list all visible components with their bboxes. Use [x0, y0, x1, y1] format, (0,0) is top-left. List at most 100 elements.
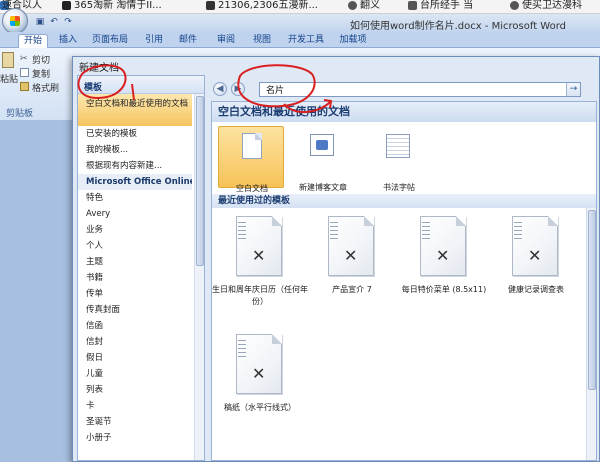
gallery-scrollbar[interactable] [586, 208, 596, 460]
tile-new-blog-post[interactable]: 新建博客文章 [290, 126, 356, 192]
format-painter-button[interactable]: 格式刷 [32, 81, 59, 94]
blog-post-icon [310, 134, 334, 156]
search-input[interactable] [260, 83, 560, 96]
tile-calligraphy[interactable]: 书法字帖 [366, 126, 432, 192]
templates-pane: 模板 空白文档和最近使用的文档 已安装的模板 我的模板... 根据现有内容新建... M… [77, 75, 205, 461]
word-titlebar: ▣ ↶ ↷ 如何使用word制作名片.docx - Microsoft Word [0, 8, 600, 34]
bookmark-4[interactable]: 台所经手 当 [420, 0, 473, 12]
bookmark-1[interactable]: 365淘新 淘情于II... [74, 0, 162, 12]
tab-mailings[interactable]: 邮件 [174, 34, 202, 48]
category-item[interactable]: 传真封面 [78, 302, 192, 318]
templates-header: 模板 [78, 76, 204, 94]
back-button[interactable]: ◀ [213, 82, 227, 96]
category-item[interactable]: 儿童 [78, 366, 192, 382]
forward-button[interactable]: ▶ [231, 82, 245, 96]
cut-icon[interactable]: ✂ [20, 54, 29, 64]
category-item[interactable]: 信函 [78, 318, 192, 334]
templates-header-label: 模板 [84, 83, 103, 93]
calligraphy-icon [386, 134, 410, 158]
office-button[interactable] [2, 8, 28, 34]
format-painter-icon[interactable] [20, 82, 29, 91]
scroll-thumb[interactable] [196, 96, 204, 266]
clipboard-group: 粘贴 ✂ 剪切 复制 格式刷 剪贴板 [0, 48, 70, 120]
category-item[interactable]: Avery [78, 206, 192, 222]
section-title-recent-templates: 最近使用过的模板 [212, 194, 596, 208]
scroll-thumb[interactable] [588, 210, 596, 390]
new-document-dialog: 新建文档 模板 空白文档和最近使用的文档 已安装的模板 我的模板... 根据现有内容新… [72, 56, 600, 462]
paste-icon[interactable] [2, 52, 14, 68]
bookmark-3[interactable]: 翻义 [360, 0, 380, 12]
tab-references[interactable]: 引用 [140, 34, 168, 48]
bookmark-icon [206, 1, 215, 10]
templates-scrollbar[interactable] [194, 94, 204, 460]
category-item[interactable]: 书籍 [78, 270, 192, 286]
tab-page-layout[interactable]: 页面布局 [88, 34, 132, 48]
search-box: → [259, 82, 581, 97]
paste-button[interactable]: 粘贴 [0, 72, 18, 85]
template-health-record[interactable]: ✕ 健康记录调查表 [488, 216, 584, 334]
bookmark-5[interactable]: 使买卫达漫科 [522, 0, 582, 12]
template-label: 产品宣介 7 [332, 285, 372, 294]
category-item[interactable]: 信封 [78, 334, 192, 350]
tab-addins[interactable]: 加载项 [336, 34, 370, 48]
template-icon: ✕ [528, 246, 542, 265]
window-title: 如何使用word制作名片.docx - Microsoft Word [350, 21, 566, 32]
category-item[interactable]: 已安装的模板 [78, 126, 192, 142]
cut-button[interactable]: 剪切 [32, 53, 50, 66]
section-title-recent-docs: 空白文档和最近使用的文档 [212, 102, 596, 122]
template-manuscript-paper[interactable]: ✕ 稿纸（水平行线式） [212, 334, 308, 452]
template-label: 稿纸（水平行线式） [224, 403, 296, 412]
category-item[interactable]: 假日 [78, 350, 192, 366]
template-label: 每日特价菜单 (8.5x11) [401, 285, 487, 294]
template-label: 健康记录调查表 [508, 285, 564, 294]
bookmark-icon [408, 1, 417, 10]
bookmarks-bar: 速合以人 365淘新 淘情于II... 21306,2306五漫新... 翻义 … [0, 0, 600, 14]
template-icon: ✕ [344, 246, 358, 265]
template-birthday-calendar[interactable]: ✕ 生日和周年庆日历（任何年份） [212, 216, 308, 334]
save-icon[interactable]: ▣ [34, 17, 46, 28]
search-bar: ◀ ▶ → [211, 79, 597, 99]
category-item[interactable]: 我的模板... [78, 142, 192, 158]
bookmark-2[interactable]: 21306,2306五漫新... [218, 0, 318, 12]
tile-label: 书法字帖 [383, 183, 415, 192]
template-daily-special-menu[interactable]: ✕ 每日特价菜单 (8.5x11) [396, 216, 492, 334]
category-item[interactable]: 个人 [78, 238, 192, 254]
ribbon-tabs: 开始 插入 页面布局 引用 邮件 审阅 视图 开发工具 加载项 [0, 32, 600, 48]
office-logo-icon [10, 16, 20, 26]
category-item[interactable]: 业务 [78, 222, 192, 238]
category-item[interactable]: 传单 [78, 286, 192, 302]
tab-insert[interactable]: 插入 [54, 34, 82, 48]
template-icon: ✕ [252, 246, 266, 265]
category-item[interactable]: 空白文档和最近使用的文档 [78, 94, 192, 126]
bookmark-icon [510, 1, 519, 10]
category-item[interactable]: 特色 [78, 190, 192, 206]
bookmark-icon [348, 1, 357, 10]
template-label: 生日和周年庆日历（任何年份） [212, 285, 308, 306]
dialog-title: 新建文档 [79, 63, 119, 74]
clipboard-group-label: 剪贴板 [6, 109, 34, 119]
blank-doc-icon [242, 133, 262, 159]
category-section-header[interactable]: Microsoft Office Online [78, 174, 192, 190]
tab-home[interactable]: 开始 [18, 34, 48, 48]
template-gallery: 空白文档和最近使用的文档 空白文档 新建博客文章 书法字帖 最近使用过的模板 ✕… [211, 101, 597, 461]
copy-icon[interactable] [20, 68, 29, 77]
category-item[interactable]: 根据现有内容新建... [78, 158, 192, 174]
category-item[interactable]: 小册子 [78, 430, 192, 446]
bookmark-icon [62, 1, 71, 10]
category-item[interactable]: 列表 [78, 382, 192, 398]
tab-developer[interactable]: 开发工具 [284, 34, 328, 48]
copy-button[interactable]: 复制 [32, 67, 50, 80]
undo-icon[interactable]: ↶ [48, 17, 60, 28]
tab-view[interactable]: 视图 [248, 34, 276, 48]
template-icon: ✕ [252, 364, 266, 383]
category-item[interactable]: 圣诞节 [78, 414, 192, 430]
template-product-brochure[interactable]: ✕ 产品宣介 7 [304, 216, 400, 334]
tile-label: 空白文档 [236, 184, 268, 193]
tab-review[interactable]: 审阅 [212, 34, 240, 48]
search-go-button[interactable]: → [566, 83, 580, 96]
category-item[interactable]: 主题 [78, 254, 192, 270]
tile-blank-document[interactable]: 空白文档 [218, 126, 284, 193]
category-item[interactable]: 卡 [78, 398, 192, 414]
redo-icon[interactable]: ↷ [62, 17, 74, 28]
tile-label: 新建博客文章 [299, 183, 347, 192]
